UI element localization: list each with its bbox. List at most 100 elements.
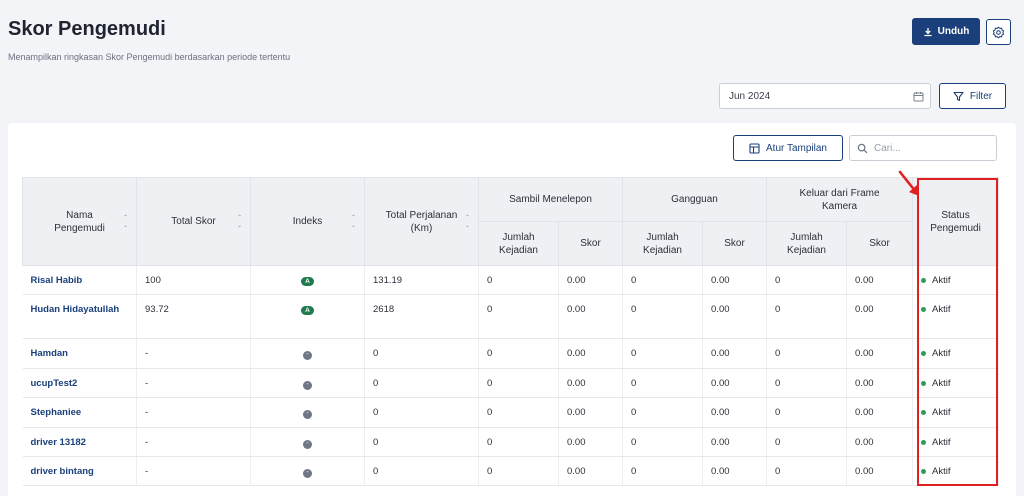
column-header-status: Status Pengemudi — [912, 177, 1000, 266]
table-row[interactable]: Hamdan - -0 0 0.00 0 0.00 0 0.00 Aktif — [22, 338, 1000, 369]
cell-total-score: - — [136, 397, 251, 428]
cell-frame-score: 0.00 — [846, 456, 914, 486]
status-dot-icon — [921, 277, 927, 283]
search-input[interactable] — [874, 142, 984, 154]
status-label: Aktif — [932, 466, 951, 477]
cell-frame-inc: 0 — [766, 368, 848, 398]
view-settings-label: Atur Tampilan — [766, 142, 827, 154]
period-date-value: Jun 2024 — [729, 90, 771, 102]
sort-icon[interactable]: ⌃ ⌄ — [123, 214, 128, 230]
status-label: Aktif — [932, 304, 951, 315]
cell-trip: 2618 — [364, 294, 479, 339]
cell-trip: 0 — [364, 368, 479, 398]
status-label: Aktif — [932, 407, 951, 418]
period-date-picker[interactable]: Jun 2024 — [719, 83, 931, 109]
cell-trip: 0 — [364, 338, 479, 369]
search-box[interactable] — [849, 135, 997, 161]
column-group-phone: Sambil Menelepon — [477, 177, 624, 222]
cell-phone-score: 0.00 — [558, 338, 624, 369]
cell-name[interactable]: Hudan Hidayatullah — [22, 294, 137, 339]
view-settings-button[interactable]: Atur Tampilan — [733, 135, 843, 161]
status-dot-icon — [921, 439, 927, 445]
cell-status: Aktif — [912, 294, 1000, 339]
table-row[interactable]: Risal Habib 100 A 131.19 0 0.00 0 0.00 0 0.00 Akti… — [22, 265, 1000, 295]
column-header-total-score-label: Total Skor — [171, 216, 216, 227]
cell-name[interactable]: Stephaniee — [22, 397, 137, 428]
cell-name[interactable]: driver bintang — [22, 456, 137, 486]
column-header-name[interactable]: Nama Pengemudi ⌃ ⌄ — [22, 177, 137, 266]
column-header-incidents-label: Jumlah Kejadian — [499, 231, 538, 256]
sort-icon[interactable]: ⌃ ⌄ — [237, 214, 242, 230]
status-label: Aktif — [932, 275, 951, 286]
cell-frame-inc: 0 — [766, 294, 848, 339]
cell-frame-inc: 0 — [766, 338, 848, 369]
cell-phone-score: 0.00 — [558, 294, 624, 339]
table-row[interactable]: Hudan Hidayatullah 93.72 A 2618 0 0.00 0 0.00 0 0… — [22, 294, 1000, 339]
cell-dist-inc: 0 — [622, 427, 704, 457]
cell-phone-score: 0.00 — [558, 397, 624, 428]
status-label: Aktif — [932, 348, 951, 359]
index-badge-empty: - — [303, 440, 312, 449]
cell-total-score: - — [136, 368, 251, 398]
column-header-total-trip[interactable]: Total Perjalanan (Km) ⌃ ⌄ — [364, 177, 479, 266]
cell-name[interactable]: ucupTest2 — [22, 368, 137, 398]
download-button[interactable]: Unduh — [912, 18, 980, 45]
settings-button[interactable] — [986, 19, 1011, 45]
table-row[interactable]: driver 13182- -0 0 0.00 0 0.00 0 0.00 Aktif — [22, 427, 1000, 457]
sort-icon[interactable]: ⌃ ⌄ — [351, 214, 356, 230]
cell-trip: 0 — [364, 397, 479, 428]
column-header-incidents-label: Jumlah Kejadian — [787, 231, 826, 256]
status-dot-icon — [921, 380, 927, 386]
cell-phone-score: 0.00 — [558, 456, 624, 486]
cell-index: A — [250, 294, 365, 339]
gear-icon — [992, 26, 1005, 38]
cell-frame-score: 0.00 — [846, 294, 914, 339]
status-label: Aktif — [932, 437, 951, 448]
cell-name[interactable]: Hamdan — [22, 338, 137, 369]
filter-button[interactable]: Filter — [939, 83, 1006, 109]
cell-phone-inc: 0 — [478, 338, 559, 369]
cell-phone-inc: 0 — [478, 368, 559, 398]
column-header-frame-score: Skor — [846, 221, 914, 266]
search-icon — [857, 143, 868, 153]
table-row[interactable]: ucupTest2- -0 0 0.00 0 0.00 0 0.00 Aktif — [22, 368, 1000, 398]
cell-frame-inc: 0 — [766, 427, 848, 457]
cell-trip: 0 — [364, 456, 479, 486]
cell-frame-score: 0.00 — [846, 338, 914, 369]
cell-status: Aktif — [912, 338, 1000, 369]
cell-name[interactable]: Risal Habib — [22, 265, 137, 295]
cell-dist-inc: 0 — [622, 265, 704, 295]
index-badge: A — [301, 277, 314, 286]
sort-icon[interactable]: ⌃ ⌄ — [465, 214, 470, 230]
cell-status: Aktif — [912, 397, 1000, 428]
cell-dist-inc: 0 — [622, 456, 704, 486]
column-header-distraction-incidents: Jumlah Kejadian — [622, 221, 704, 266]
cell-index: - — [250, 338, 365, 369]
cell-dist-score: 0.00 — [702, 294, 768, 339]
calendar-icon — [913, 91, 924, 101]
cell-dist-inc: 0 — [622, 368, 704, 398]
download-button-label: Unduh — [937, 26, 970, 37]
table-row[interactable]: driver bintang - -0 0 0.00 0 0.00 0 0.00 Aktif — [22, 456, 1000, 486]
column-header-total-score[interactable]: Total Skor ⌃ ⌄ — [136, 177, 251, 266]
index-badge-empty: - — [303, 410, 312, 419]
page-subtitle: Menampilkan ringkasan Skor Pengemudi ber… — [8, 52, 291, 62]
column-header-index[interactable]: Indeks ⌃ ⌄ — [250, 177, 365, 266]
cell-name[interactable]: driver 13182 — [22, 427, 137, 457]
cell-phone-score: 0.00 — [558, 368, 624, 398]
cell-index: A — [250, 265, 365, 295]
page-title: Skor Pengemudi — [8, 18, 166, 40]
cell-index: - — [250, 397, 365, 428]
index-badge-empty: - — [303, 469, 312, 478]
index-badge-empty: - — [303, 381, 312, 390]
table-row[interactable]: Stephaniee - -0 0 0.00 0 0.00 0 0.00 Aktif — [22, 397, 1000, 428]
cell-phone-inc: 0 — [478, 397, 559, 428]
cell-dist-score: 0.00 — [702, 338, 768, 369]
cell-status: Aktif — [912, 368, 1000, 398]
cell-phone-score: 0.00 — [558, 265, 624, 295]
cell-index: - — [250, 427, 365, 457]
cell-frame-score: 0.00 — [846, 265, 914, 295]
cell-dist-inc: 0 — [622, 294, 704, 339]
index-badge-empty: - — [303, 351, 312, 360]
column-header-status-label: Status Pengemudi — [930, 209, 981, 234]
